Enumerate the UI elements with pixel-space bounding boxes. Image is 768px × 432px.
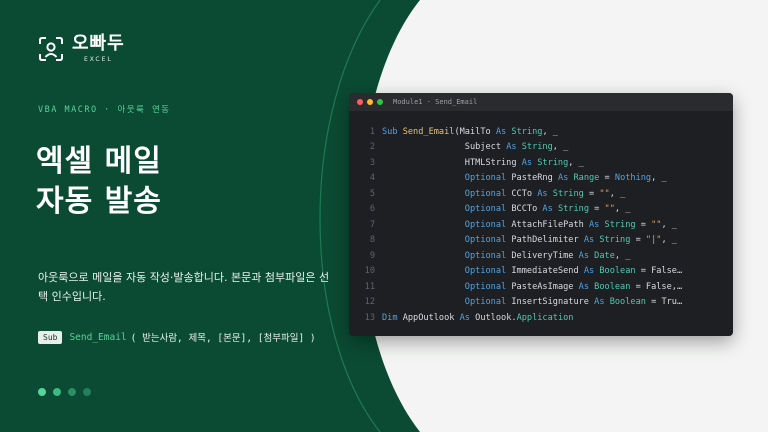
- code-line: 11 Optional PasteAsImage As Boolean = Fa…: [349, 279, 733, 295]
- function-name: Send_Email: [69, 331, 127, 343]
- brand-logo: 오빠두 EXCEL: [38, 34, 125, 63]
- sub-keyword-badge: Sub: [38, 330, 63, 344]
- code-text: Optional PasteAsImage As Boolean = False…: [464, 281, 683, 292]
- line-number: 2: [369, 142, 375, 153]
- line-number: 11: [364, 281, 375, 292]
- code-text: Optional InsertSignature As Boolean = Tr…: [464, 297, 683, 308]
- line-number: 4: [369, 173, 375, 184]
- eyebrow-label: VBA MACRO · 아웃룩 연동: [38, 105, 171, 115]
- line-number: 7: [369, 219, 375, 230]
- code-text: Dim AppOutlook As Outlook.Application: [382, 312, 574, 323]
- close-window-icon[interactable]: [357, 99, 363, 105]
- brand-subtitle: EXCEL: [83, 56, 113, 63]
- code-text: Optional PathDelimiter As String = "|", …: [464, 235, 677, 246]
- function-params: ( 받는사람, 제목, [본문], [첨부파일] ): [130, 333, 316, 344]
- code-line: 2 Subject As String, _: [349, 140, 733, 156]
- description: 아웃룩으로 메일을 자동 작성·발송합니다. 본문과 첨부파일은 선택 인수입니…: [38, 271, 330, 303]
- line-number: 1: [369, 126, 375, 137]
- line-number: 13: [364, 312, 375, 323]
- page-title-line: 자동 발송: [36, 184, 162, 219]
- code-line: 9 Optional DeliveryTime As Date, _: [349, 248, 733, 264]
- line-number: 10: [364, 266, 375, 277]
- hero-panel: 오빠두 EXCEL VBA MACRO · 아웃룩 연동 엑셀 메일 자동 발송…: [0, 0, 380, 432]
- pagination-dot[interactable]: [53, 388, 61, 396]
- code-text: Subject As String, _: [382, 142, 569, 153]
- code-line: 7 Optional AttachFilePath As String = ""…: [349, 217, 733, 233]
- page-title: 엑셀 메일 자동 발송: [36, 142, 162, 222]
- code-editor-window: Module1 · Send_Email 1 Sub Send_Email(Mai…: [349, 93, 733, 336]
- code-text: Optional CCTo As String = "", _: [464, 188, 626, 199]
- line-number: 9: [369, 250, 375, 261]
- code-line: 1 Sub Send_Email(MailTo As String, _: [349, 124, 733, 140]
- line-number: 12: [364, 297, 375, 308]
- line-number: 8: [369, 235, 375, 246]
- code-text: Optional DeliveryTime As Date, _: [464, 250, 631, 261]
- pagination-dot[interactable]: [68, 388, 76, 396]
- page-title-line: 엑셀 메일: [36, 144, 162, 179]
- camera-frame-icon: [39, 36, 63, 61]
- line-number: 5: [369, 188, 375, 199]
- code-line: 4 Optional PasteRng As Range = Nothing, …: [349, 171, 733, 187]
- code-line: 5 Optional CCTo As String = "", _: [349, 186, 733, 202]
- maximize-window-icon[interactable]: [377, 99, 383, 105]
- line-number: 3: [369, 157, 375, 168]
- code-text: Optional ImmediateSend As Boolean = Fals…: [464, 266, 683, 277]
- code-text: Optional PasteRng As Range = Nothing, _: [464, 173, 667, 184]
- pagination-dot[interactable]: [38, 388, 46, 396]
- code-line: 3 HTMLString As String, _: [349, 155, 733, 171]
- brand-title: 오빠두: [72, 33, 125, 54]
- pagination-dot[interactable]: [83, 388, 91, 396]
- code-line: 8 Optional PathDelimiter As String = "|"…: [349, 233, 733, 249]
- editor-titlebar: Module1 · Send_Email: [349, 93, 733, 111]
- code-text: HTMLString As String, _: [382, 157, 584, 168]
- pagination-dots[interactable]: [38, 388, 98, 396]
- function-signature: Sub Send_Email ( 받는사람, 제목, [본문], [첨부파일] …: [38, 330, 316, 344]
- code-text: Optional BCCTo As String = "", _: [464, 204, 631, 215]
- code-line: 6 Optional BCCTo As String = "", _: [349, 202, 733, 218]
- code-text: Sub Send_Email(MailTo As String, _: [382, 126, 558, 137]
- code-line: 10 Optional ImmediateSend As Boolean = F…: [349, 264, 733, 280]
- code-area: 1 Sub Send_Email(MailTo As String, _ 2 Sub…: [349, 124, 733, 326]
- minimize-window-icon[interactable]: [367, 99, 373, 105]
- line-number: 6: [369, 204, 375, 215]
- editor-title: Module1 · Send_Email: [393, 98, 478, 106]
- code-line: 12 Optional InsertSignature As Boolean =…: [349, 295, 733, 311]
- code-line: 13 Dim AppOutlook As Outlook.Application: [349, 310, 733, 326]
- code-text: Optional AttachFilePath As String = "", …: [464, 219, 677, 230]
